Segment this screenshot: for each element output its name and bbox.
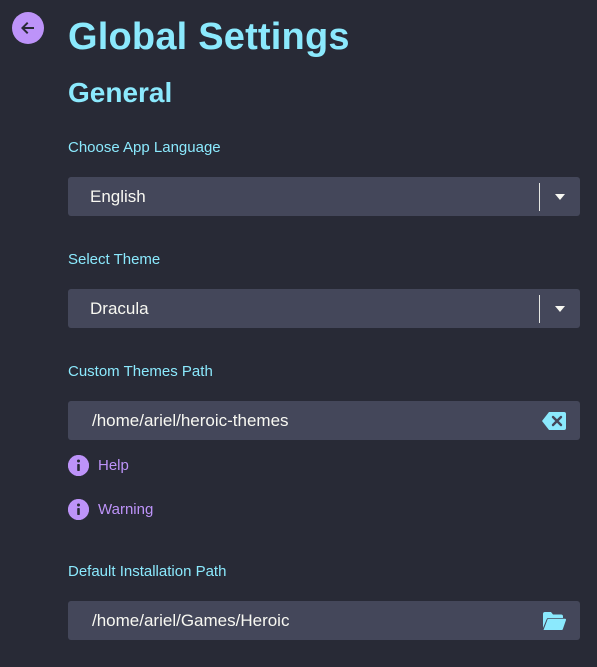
language-dropdown-toggle[interactable] xyxy=(540,177,580,216)
warning-text: Warning xyxy=(98,500,154,518)
folder-open-icon xyxy=(543,611,566,630)
custom-themes-path-label: Custom Themes Path xyxy=(68,363,213,380)
back-button[interactable] xyxy=(12,12,44,44)
settings-page: Global Settings General Choose App Langu… xyxy=(0,0,597,667)
clear-path-button[interactable] xyxy=(528,401,580,440)
backspace-icon xyxy=(542,411,566,430)
browse-folder-button[interactable] xyxy=(528,601,580,640)
language-select[interactable]: English xyxy=(68,177,580,216)
chevron-down-icon xyxy=(555,305,565,312)
warning-link[interactable]: Warning xyxy=(68,498,153,520)
theme-dropdown-toggle[interactable] xyxy=(540,289,580,328)
default-install-path-label: Default Installation Path xyxy=(68,563,227,580)
help-link[interactable]: Help xyxy=(68,454,129,476)
custom-themes-path-value: /home/ariel/heroic-themes xyxy=(92,410,289,430)
info-circle-icon xyxy=(68,454,89,476)
section-title: General xyxy=(68,77,173,108)
arrow-left-icon xyxy=(21,22,34,34)
custom-themes-path-input[interactable]: /home/ariel/heroic-themes xyxy=(68,401,580,440)
chevron-down-icon xyxy=(555,193,565,200)
page-title: Global Settings xyxy=(68,16,350,58)
theme-label: Select Theme xyxy=(68,251,161,268)
default-install-path-input[interactable]: /home/ariel/Games/Heroic xyxy=(68,601,580,640)
language-value: English xyxy=(90,186,146,206)
default-install-path-value: /home/ariel/Games/Heroic xyxy=(92,610,290,630)
help-text: Help xyxy=(98,456,129,474)
theme-select[interactable]: Dracula xyxy=(68,289,580,328)
language-label: Choose App Language xyxy=(68,139,221,156)
theme-value: Dracula xyxy=(90,298,149,318)
select-divider xyxy=(539,294,540,323)
select-divider xyxy=(539,182,540,211)
info-circle-icon xyxy=(68,498,89,520)
